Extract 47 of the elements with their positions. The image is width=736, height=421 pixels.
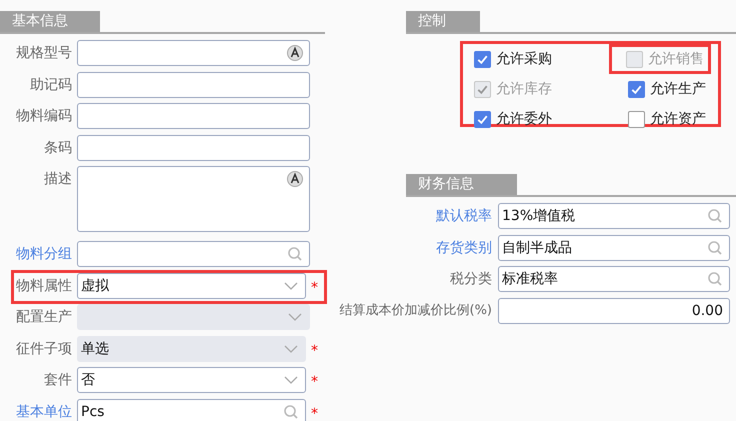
input-field[interactable]: 自制半成品: [498, 234, 730, 260]
field-label: 助记码: [29, 76, 72, 94]
checkbox-option[interactable]: 允许采购: [474, 47, 556, 71]
checkbox-option[interactable]: 允许委外: [474, 107, 556, 131]
input-field[interactable]: 13%增值税: [498, 203, 730, 229]
input-field[interactable]: 标准税率: [498, 266, 730, 292]
checkbox[interactable]: [628, 80, 645, 98]
required-mark: *: [311, 342, 318, 360]
input-field[interactable]: [77, 72, 310, 98]
input-field[interactable]: 0.00: [498, 298, 730, 324]
field-label: 征件子项: [15, 340, 72, 358]
field-label: 税分类: [449, 270, 492, 289]
input-field[interactable]: [77, 103, 310, 129]
input-field[interactable]: [77, 166, 310, 232]
checkbox-option[interactable]: 允许资产: [628, 107, 710, 131]
field-label: 配置生产: [15, 308, 72, 327]
search-icon[interactable]: [283, 404, 299, 420]
language-icon[interactable]: [287, 171, 303, 187]
required-mark: *: [311, 373, 318, 392]
field-label: 描述: [43, 170, 72, 189]
field-label: 套件: [43, 371, 72, 390]
input-field[interactable]: [77, 134, 310, 160]
input-field[interactable]: 否: [77, 367, 306, 393]
required-mark: *: [311, 404, 318, 421]
input-field[interactable]: Pcs: [77, 398, 306, 421]
field-label[interactable]: 存货类别: [318, 234, 492, 260]
search-icon[interactable]: [287, 246, 303, 262]
field-label[interactable]: 默认税率: [318, 203, 492, 229]
field-label: 结算成本价加减价比例(%): [338, 302, 492, 320]
checkbox[interactable]: [628, 110, 645, 128]
search-icon[interactable]: [707, 240, 723, 256]
field-label: 物料编码: [15, 107, 72, 126]
field-label: 物料属性: [15, 276, 72, 296]
field-label: 规格型号: [15, 44, 72, 63]
input-field[interactable]: 虚拟: [77, 272, 306, 298]
language-icon[interactable]: [287, 45, 303, 61]
input-field[interactable]: [77, 241, 310, 267]
field-label[interactable]: 物料分组: [0, 241, 72, 267]
search-icon[interactable]: [707, 271, 723, 287]
checkbox[interactable]: [474, 50, 491, 68]
search-icon[interactable]: [707, 208, 723, 224]
required-mark: *: [311, 278, 318, 298]
input-field[interactable]: [77, 40, 310, 66]
field-label[interactable]: 基本单位: [0, 398, 72, 421]
field-label: 条码: [43, 138, 72, 158]
checkbox-option[interactable]: 允许生产: [628, 77, 710, 101]
checkbox[interactable]: [474, 110, 491, 128]
